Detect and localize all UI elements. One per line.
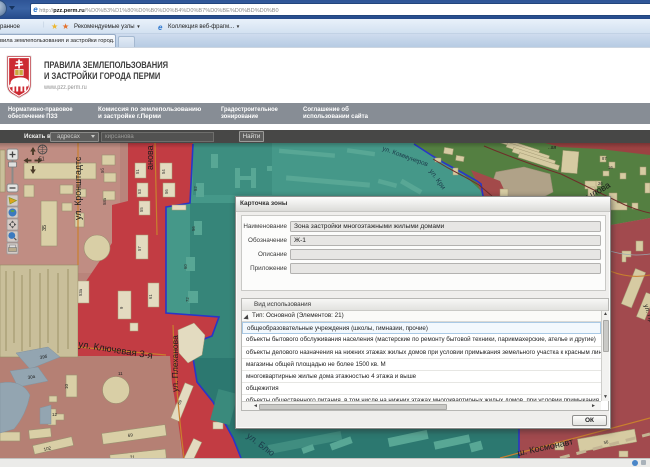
- svg-text:53а: 53а: [78, 288, 83, 296]
- svg-text:57: 57: [137, 246, 142, 251]
- svg-text:51: 51: [39, 157, 45, 163]
- svg-text:51: 51: [135, 169, 140, 174]
- svg-text:52: 52: [193, 186, 198, 191]
- svg-text:56: 56: [191, 226, 196, 231]
- svg-text:10: 10: [64, 383, 69, 389]
- svg-text:54: 54: [161, 169, 166, 174]
- svg-text:60: 60: [183, 264, 188, 269]
- svg-text:12: 12: [52, 412, 58, 417]
- svg-text:58а: 58а: [102, 197, 107, 205]
- svg-text:53: 53: [137, 189, 142, 194]
- svg-text:анова: анова: [145, 145, 155, 170]
- svg-text:5б: 5б: [100, 168, 105, 173]
- svg-text:11: 11: [118, 371, 123, 376]
- svg-text:72: 72: [185, 297, 190, 302]
- svg-text:87: 87: [602, 156, 607, 161]
- svg-text:ул. Кронштадтс: ул. Кронштадтс: [73, 156, 83, 220]
- svg-text:35: 35: [42, 225, 48, 231]
- svg-text:55: 55: [139, 207, 144, 212]
- svg-text:56: 56: [164, 189, 169, 194]
- svg-text:61: 61: [148, 294, 153, 299]
- svg-text:16: 16: [608, 165, 613, 170]
- svg-text:ул. Плеханова: ул. Плеханова: [170, 335, 180, 392]
- svg-text:26: 26: [598, 181, 603, 186]
